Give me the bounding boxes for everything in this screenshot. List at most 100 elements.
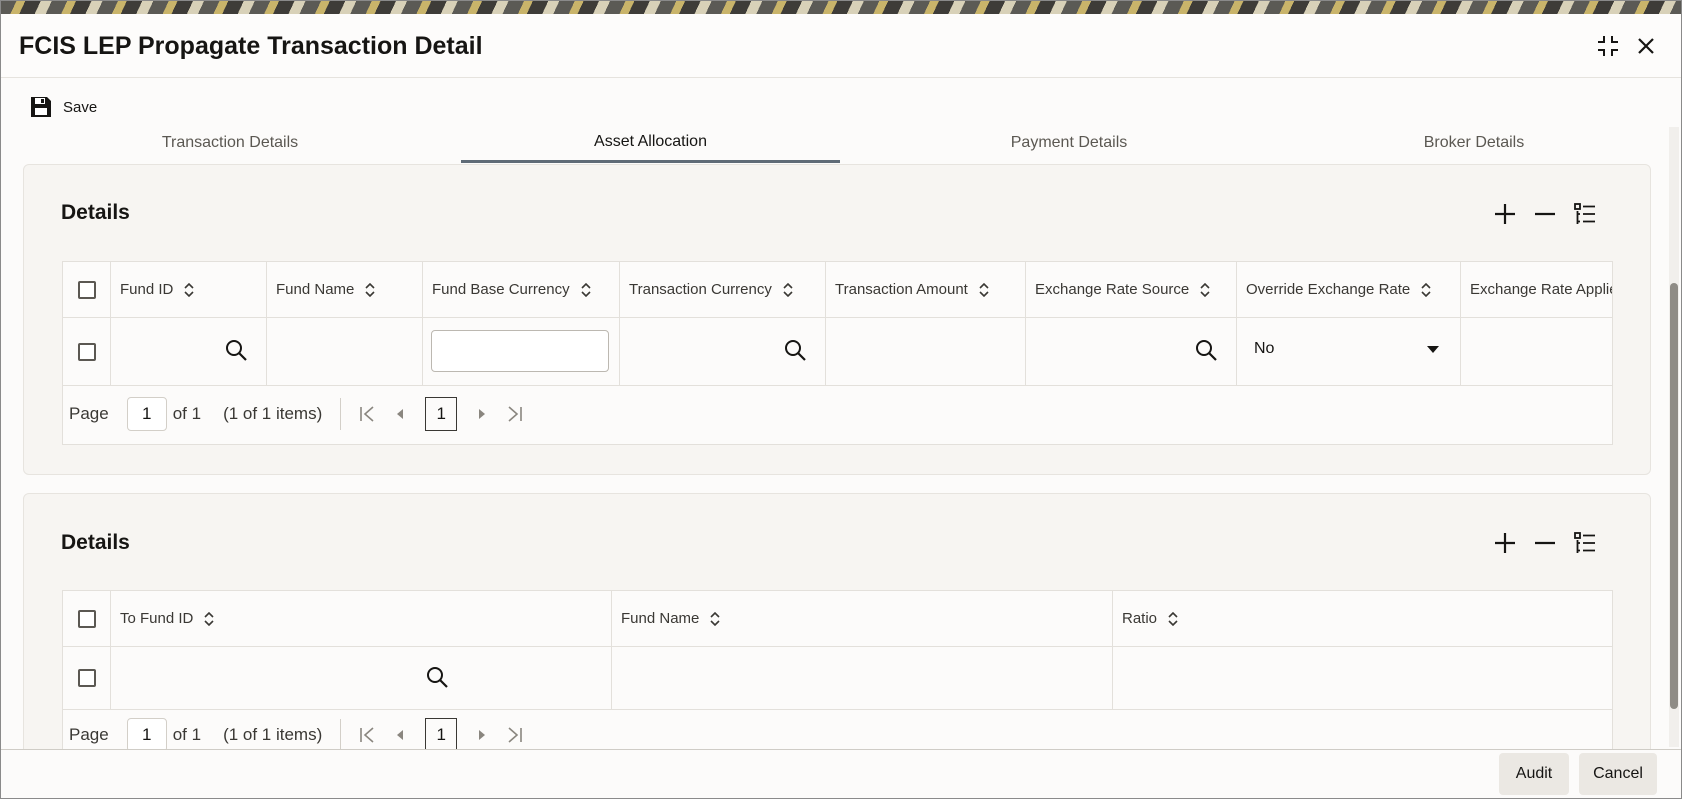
exchange-rate-applied-cell[interactable] bbox=[1461, 318, 1612, 385]
col-header: Fund Name bbox=[267, 262, 423, 317]
exchange-rate-source-cell[interactable] bbox=[1026, 318, 1237, 385]
page-count-label: of 1 bbox=[172, 404, 202, 423]
sort-icon[interactable] bbox=[1167, 611, 1179, 626]
add-row-button[interactable] bbox=[1492, 530, 1518, 556]
page-number-input[interactable]: 1 bbox=[126, 397, 167, 431]
fund-id-cell[interactable] bbox=[111, 318, 267, 385]
panel-title: Details bbox=[61, 531, 130, 554]
row-checkbox[interactable] bbox=[77, 342, 96, 361]
table-row: No bbox=[63, 318, 1612, 386]
col-header: Fund ID bbox=[111, 262, 267, 317]
sort-icon[interactable] bbox=[203, 611, 215, 626]
page-number-input[interactable]: 1 bbox=[126, 718, 167, 752]
details-panel-funds: Details Fund ID Fund Name Fund Base Curr… bbox=[23, 164, 1651, 475]
next-page-icon[interactable] bbox=[477, 408, 487, 420]
sort-icon[interactable] bbox=[364, 282, 376, 297]
remove-row-button[interactable] bbox=[1532, 201, 1558, 227]
pager-divider bbox=[340, 719, 342, 751]
dialog-title: FCIS LEP Propagate Transaction Detail bbox=[19, 32, 483, 60]
scrollbar-thumb[interactable] bbox=[1670, 283, 1678, 709]
table-row bbox=[63, 647, 1612, 710]
tab-transaction-details[interactable]: Transaction Details bbox=[101, 123, 359, 163]
select-all-checkbox[interactable] bbox=[77, 609, 96, 628]
search-icon[interactable] bbox=[1194, 338, 1218, 362]
first-page-icon[interactable] bbox=[359, 406, 375, 422]
search-icon[interactable] bbox=[425, 665, 449, 689]
sort-icon[interactable] bbox=[978, 282, 990, 297]
prev-page-icon[interactable] bbox=[395, 408, 405, 420]
pager-nav: 1 bbox=[359, 718, 523, 752]
col-header: Transaction Currency bbox=[620, 262, 826, 317]
search-icon[interactable] bbox=[224, 338, 248, 362]
last-page-icon[interactable] bbox=[507, 727, 523, 743]
panel-title: Details bbox=[61, 201, 130, 224]
ratio-cell[interactable] bbox=[1113, 647, 1612, 709]
page-label: Page bbox=[69, 725, 109, 744]
panel-actions bbox=[1492, 530, 1598, 556]
col-header: Fund Name bbox=[612, 591, 1113, 646]
first-page-icon[interactable] bbox=[359, 727, 375, 743]
sort-icon[interactable] bbox=[782, 282, 794, 297]
pager-nav: 1 bbox=[359, 397, 523, 431]
decorative-banner bbox=[1, 1, 1681, 14]
prev-page-icon[interactable] bbox=[395, 729, 405, 741]
transaction-currency-cell[interactable] bbox=[620, 318, 826, 385]
transaction-amount-cell[interactable] bbox=[826, 318, 1026, 385]
select-all-checkbox[interactable] bbox=[77, 280, 96, 299]
select-all-cell bbox=[63, 262, 111, 317]
next-page-icon[interactable] bbox=[477, 729, 487, 741]
remove-icon bbox=[1535, 212, 1555, 216]
dialog-header: FCIS LEP Propagate Transaction Detail bbox=[1, 14, 1681, 78]
select-all-cell bbox=[63, 591, 111, 646]
save-button[interactable]: Save bbox=[29, 93, 97, 121]
col-header: To Fund ID bbox=[111, 591, 612, 646]
page-count-label: of 1 bbox=[172, 725, 202, 744]
current-page-button[interactable]: 1 bbox=[425, 397, 458, 431]
override-exchange-rate-select[interactable]: No bbox=[1237, 318, 1461, 385]
close-icon bbox=[1638, 38, 1654, 54]
row-select-cell bbox=[63, 318, 111, 385]
funds-grid: Fund ID Fund Name Fund Base Currency Tra… bbox=[62, 261, 1613, 445]
remove-row-button[interactable] bbox=[1532, 530, 1558, 556]
pagination: Page 1 of 1 (1 of 1 items) 1 bbox=[63, 386, 1612, 442]
target-funds-grid: To Fund ID Fund Name Ratio Page 1 of 1 (… bbox=[62, 590, 1613, 770]
panel-actions bbox=[1492, 201, 1598, 227]
save-icon bbox=[31, 97, 51, 117]
search-icon[interactable] bbox=[783, 338, 807, 362]
items-count-label: (1 of 1 items) bbox=[223, 725, 323, 744]
row-checkbox[interactable] bbox=[77, 669, 96, 687]
current-page-button[interactable]: 1 bbox=[425, 718, 458, 752]
last-page-icon[interactable] bbox=[507, 406, 523, 422]
audit-button[interactable]: Audit bbox=[1499, 753, 1569, 795]
override-exchange-rate-value: No bbox=[1254, 340, 1275, 357]
column-list-button[interactable] bbox=[1572, 201, 1598, 227]
close-button[interactable] bbox=[1631, 31, 1661, 61]
fund-base-currency-cell bbox=[423, 318, 620, 385]
sort-icon[interactable] bbox=[1199, 282, 1211, 297]
sort-icon[interactable] bbox=[709, 611, 721, 626]
tab-payment-details[interactable]: Payment Details bbox=[941, 123, 1197, 163]
minimize-icon bbox=[1598, 36, 1618, 56]
sort-icon[interactable] bbox=[580, 282, 592, 297]
tab-bar: Transaction Details Asset Allocation Pay… bbox=[1, 123, 1681, 163]
column-list-button[interactable] bbox=[1572, 530, 1598, 556]
details-panel-target-funds: Details To Fund ID Fund Name Ratio Page … bbox=[23, 493, 1651, 783]
tab-asset-allocation[interactable]: Asset Allocation bbox=[461, 123, 840, 163]
col-header: Exchange Rate Applie bbox=[1470, 281, 1613, 298]
grid-header-row: Fund ID Fund Name Fund Base Currency Tra… bbox=[63, 262, 1612, 318]
add-row-button[interactable] bbox=[1492, 201, 1518, 227]
to-fund-id-cell[interactable] bbox=[111, 647, 612, 709]
fund-name-cell bbox=[267, 318, 423, 385]
cancel-button[interactable]: Cancel bbox=[1579, 753, 1657, 795]
sort-icon[interactable] bbox=[183, 282, 195, 297]
pager-divider bbox=[340, 398, 342, 430]
fund-base-currency-input[interactable] bbox=[431, 330, 609, 372]
col-header: Fund Base Currency bbox=[423, 262, 620, 317]
tab-broker-details[interactable]: Broker Details bbox=[1361, 123, 1587, 163]
dialog-window: FCIS LEP Propagate Transaction Detail Sa… bbox=[0, 0, 1682, 799]
dropdown-icon[interactable] bbox=[1426, 345, 1440, 355]
sort-icon[interactable] bbox=[1420, 282, 1432, 297]
col-header: Override Exchange Rate bbox=[1237, 262, 1461, 317]
minimize-button[interactable] bbox=[1593, 31, 1623, 61]
items-count-label: (1 of 1 items) bbox=[223, 404, 323, 423]
